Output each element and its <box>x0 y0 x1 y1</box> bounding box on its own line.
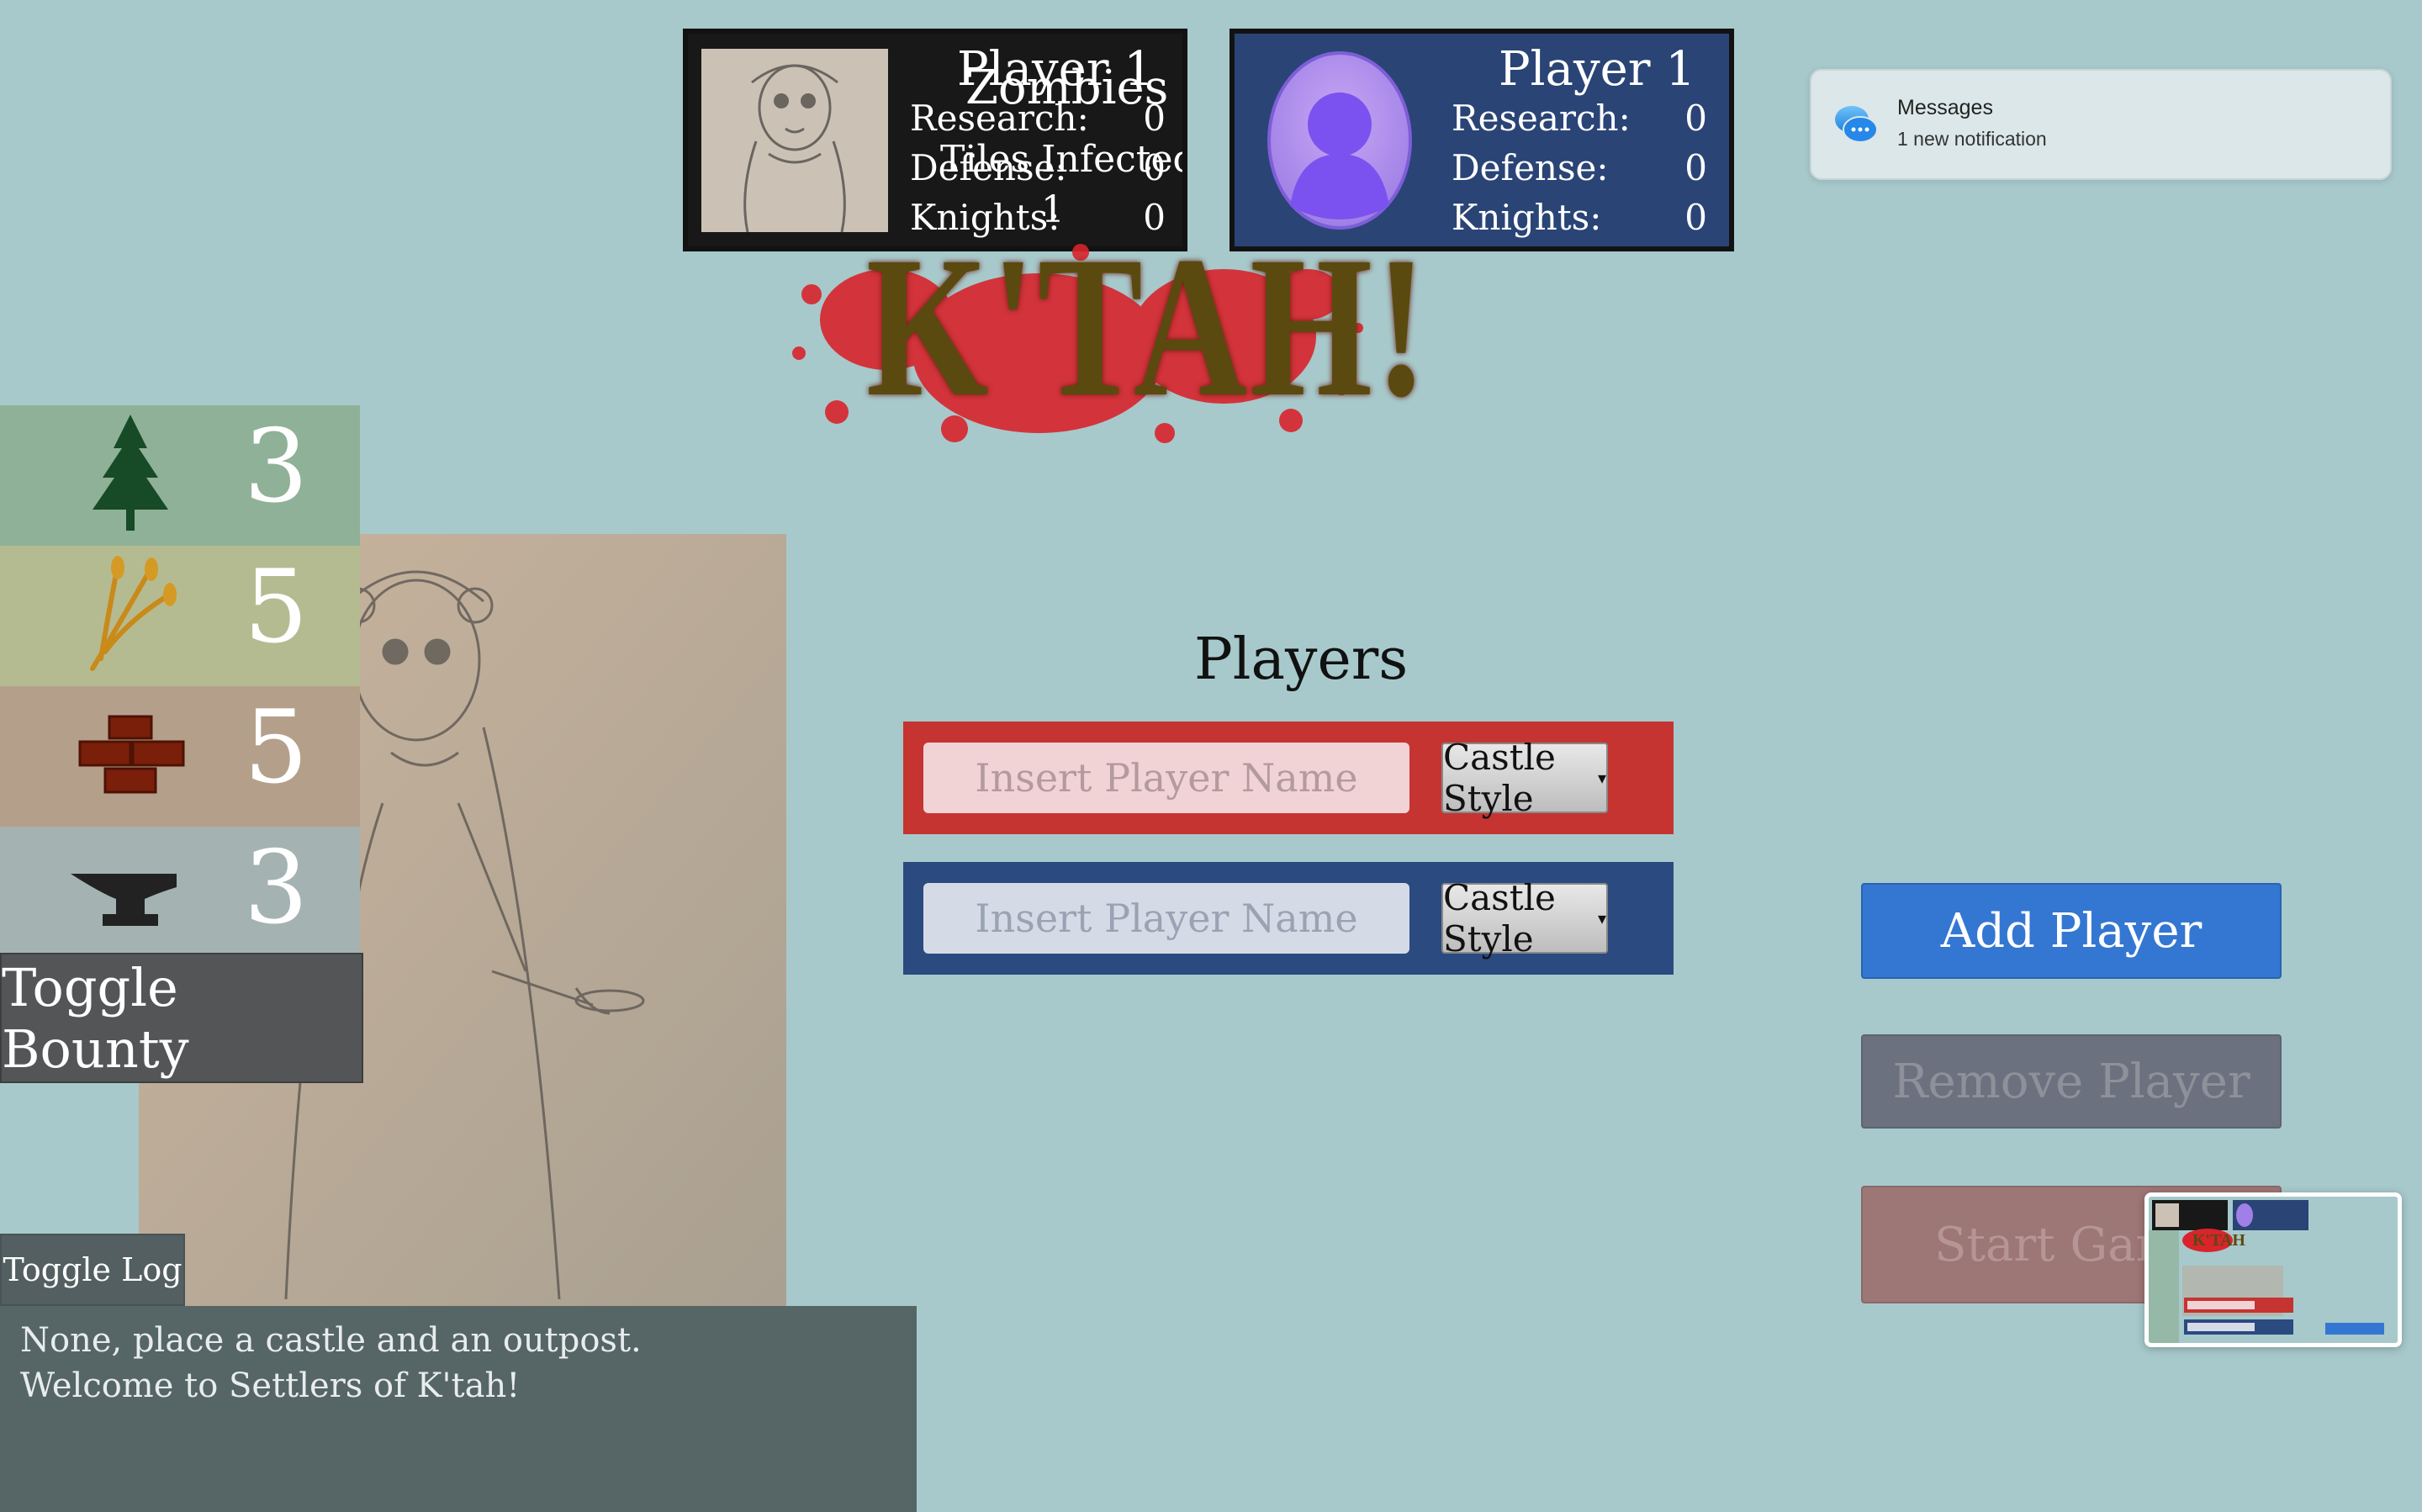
caret-down-icon: ▾ <box>1597 768 1606 788</box>
player-row-red: Castle Style ▾ <box>903 722 1674 834</box>
tiles-infected-label: Tiles Infected <box>940 138 1187 181</box>
resource-ore: 3 <box>0 827 360 967</box>
game-log-panel: None, place a castle and an outpost. Wel… <box>0 1306 917 1512</box>
add-player-button[interactable]: Add Player <box>1861 883 2282 979</box>
castle-style-dropdown[interactable]: Castle Style ▾ <box>1441 737 1608 819</box>
castle-style-dropdown[interactable]: Castle Style ▾ <box>1441 877 1608 960</box>
messages-notification[interactable]: Messages 1 new notification <box>1810 69 2392 180</box>
player-defense-label: Defense: <box>1452 147 1609 188</box>
wheat-icon <box>90 556 177 671</box>
wood-count: 3 <box>244 409 309 526</box>
resource-brick: 5 <box>0 686 360 827</box>
toggle-bounty-button[interactable]: Toggle Bounty <box>0 953 363 1083</box>
tree-icon <box>93 415 168 531</box>
screenshot-preview-image: K'TAH <box>2149 1197 2398 1343</box>
resource-wood: 3 <box>0 405 360 546</box>
brick-icon <box>78 715 185 794</box>
players-heading: Players <box>1194 626 1409 693</box>
log-line: None, place a castle and an outpost. <box>20 1321 642 1360</box>
wheat-count: 5 <box>244 549 309 666</box>
player-name-input[interactable] <box>923 743 1409 813</box>
remove-player-button[interactable]: Remove Player <box>1861 1034 2282 1129</box>
notification-app-name: Messages <box>1897 96 1993 119</box>
resource-wheat: 5 <box>0 546 360 686</box>
svg-text:K'TAH: K'TAH <box>2192 1231 2245 1250</box>
zombies-research-value: 0 <box>1143 98 1166 139</box>
castle-style-label: Castle Style <box>1443 737 1556 819</box>
caret-down-icon: ▾ <box>1597 908 1606 928</box>
messages-app-icon <box>1835 106 1878 143</box>
player-avatar-icon <box>1267 51 1412 230</box>
player-one-name: Player 1 <box>1499 42 1695 97</box>
player-name-input[interactable] <box>923 883 1409 954</box>
screenshot-thumbnail[interactable]: K'TAH <box>2144 1192 2402 1347</box>
zombies-research-label: Research: <box>910 98 1089 139</box>
player-knights-value: 0 <box>1684 197 1707 238</box>
player-defense-value: 0 <box>1684 147 1707 188</box>
zombie-portrait-image <box>701 49 888 232</box>
brick-count: 5 <box>244 690 309 806</box>
castle-style-label: Castle Style <box>1443 877 1556 960</box>
toggle-log-button[interactable]: Toggle Log <box>0 1234 185 1306</box>
log-line: Welcome to Settlers of K'tah! <box>20 1367 521 1405</box>
game-logo-title: K'TAH! <box>866 214 1430 438</box>
player-row-blue: Castle Style ▾ <box>903 862 1674 975</box>
player-knights-label: Knights: <box>1452 197 1602 238</box>
player-research-label: Research: <box>1452 98 1631 139</box>
ore-count: 3 <box>244 830 309 947</box>
anvil-icon <box>71 874 177 926</box>
notification-message: 1 new notification <box>1897 128 2047 150</box>
player-research-value: 0 <box>1684 98 1707 139</box>
